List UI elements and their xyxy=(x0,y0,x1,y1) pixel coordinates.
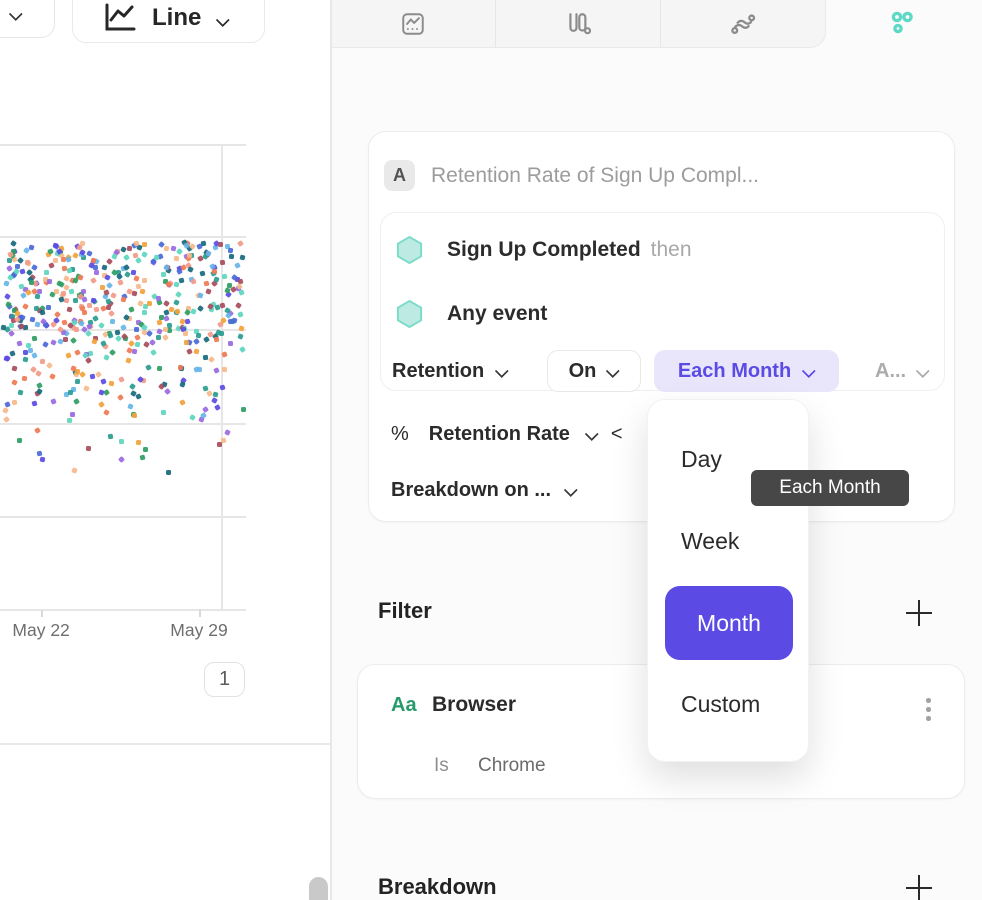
event-row[interactable]: Any event xyxy=(394,299,557,329)
measure-label: Retention xyxy=(392,360,484,383)
interval-tooltip: Each Month xyxy=(751,470,909,506)
breakdown-section-title: Breakdown xyxy=(378,874,497,900)
menu-item-month-selected[interactable]: Month xyxy=(665,586,793,660)
query-title[interactable]: Retention Rate of Sign Up Compl... xyxy=(431,160,759,191)
breakdown-on-dropdown[interactable]: Breakdown on ... xyxy=(391,475,577,505)
chart-data-points xyxy=(0,145,246,610)
horizontal-divider xyxy=(0,743,331,745)
chevron-down-icon xyxy=(802,366,815,377)
retention-scatter-chart xyxy=(0,145,246,610)
pagination-badge[interactable]: 1 xyxy=(204,662,245,697)
event-name: Any event xyxy=(447,302,547,326)
chart-pane: Line May 22 May 29 1 xyxy=(0,0,330,900)
chevron-down-icon xyxy=(585,429,598,440)
property-type-icon: Aa xyxy=(391,694,417,717)
event-suffix: then xyxy=(651,238,692,262)
query-badge: A xyxy=(384,160,415,191)
chevron-down-icon xyxy=(916,366,929,377)
menu-item-week[interactable]: Week xyxy=(681,526,739,556)
menu-item-day[interactable]: Day xyxy=(681,444,722,474)
event-name: Sign Up Completed xyxy=(447,238,641,262)
metric-trailing: < xyxy=(611,423,623,446)
chevron-down-icon xyxy=(9,9,22,20)
chevron-down-icon xyxy=(495,366,508,377)
visualization-tabbar xyxy=(332,0,826,48)
app-window: Line May 22 May 29 1 xyxy=(0,0,982,900)
truncated-label: A... xyxy=(875,360,906,383)
collapsed-dropdown-button[interactable] xyxy=(0,0,55,38)
interval-label: Each Month xyxy=(678,360,791,383)
filter-property-name: Browser xyxy=(432,693,516,717)
retention-controls-row: Retention On Each Month A... xyxy=(381,350,944,392)
measure-dropdown[interactable]: Retention xyxy=(392,350,508,392)
hexagon-icon xyxy=(394,234,425,266)
event-block: Sign Up Completed then Any event Retenti… xyxy=(380,212,945,391)
tab-bar-chart[interactable] xyxy=(495,0,660,47)
hexagon-icon xyxy=(394,298,425,330)
filter-section-title: Filter xyxy=(378,598,432,624)
tab-scatter-active[interactable] xyxy=(884,6,920,42)
truncated-dropdown[interactable]: A... xyxy=(875,350,929,392)
scatter-dots-icon xyxy=(887,10,917,38)
metric-label: Retention Rate xyxy=(429,423,570,446)
chart-type-button[interactable]: Line xyxy=(72,0,265,43)
bar-chart-icon xyxy=(565,12,591,36)
query-panel: A Retention Rate of Sign Up Compl... Sig… xyxy=(332,0,982,900)
filter-operator[interactable]: Is xyxy=(434,755,449,777)
percent-prefix: % xyxy=(391,423,409,446)
chart-type-label: Line xyxy=(152,3,201,33)
interval-dropdown-button[interactable]: Each Month xyxy=(654,350,839,392)
flow-curve-icon xyxy=(730,12,756,36)
filter-value[interactable]: Chrome xyxy=(478,755,546,777)
add-breakdown-button[interactable] xyxy=(906,875,932,900)
scrollbar-thumb[interactable] xyxy=(309,877,328,900)
chart-panel-icon xyxy=(400,11,426,37)
kebab-menu-icon[interactable] xyxy=(922,694,935,725)
event-row[interactable]: Sign Up Completed then xyxy=(394,235,692,265)
line-chart-icon xyxy=(103,3,137,33)
menu-item-custom[interactable]: Custom xyxy=(681,689,760,719)
x-axis-label: May 22 xyxy=(0,620,83,641)
breakdown-on-label: Breakdown on ... xyxy=(391,479,551,502)
on-dropdown-button[interactable]: On xyxy=(547,350,641,392)
chevron-down-icon xyxy=(606,366,619,377)
interval-menu: Day Week Month Custom xyxy=(647,399,809,762)
tab-chart-panel[interactable] xyxy=(332,0,496,47)
x-axis-label: May 29 xyxy=(157,620,241,641)
on-label: On xyxy=(569,360,597,383)
add-filter-button[interactable] xyxy=(906,600,932,626)
chevron-down-icon xyxy=(216,15,229,26)
metric-row[interactable]: % Retention Rate < xyxy=(391,419,623,449)
tab-flow[interactable] xyxy=(660,0,825,47)
chevron-down-icon xyxy=(564,485,577,496)
